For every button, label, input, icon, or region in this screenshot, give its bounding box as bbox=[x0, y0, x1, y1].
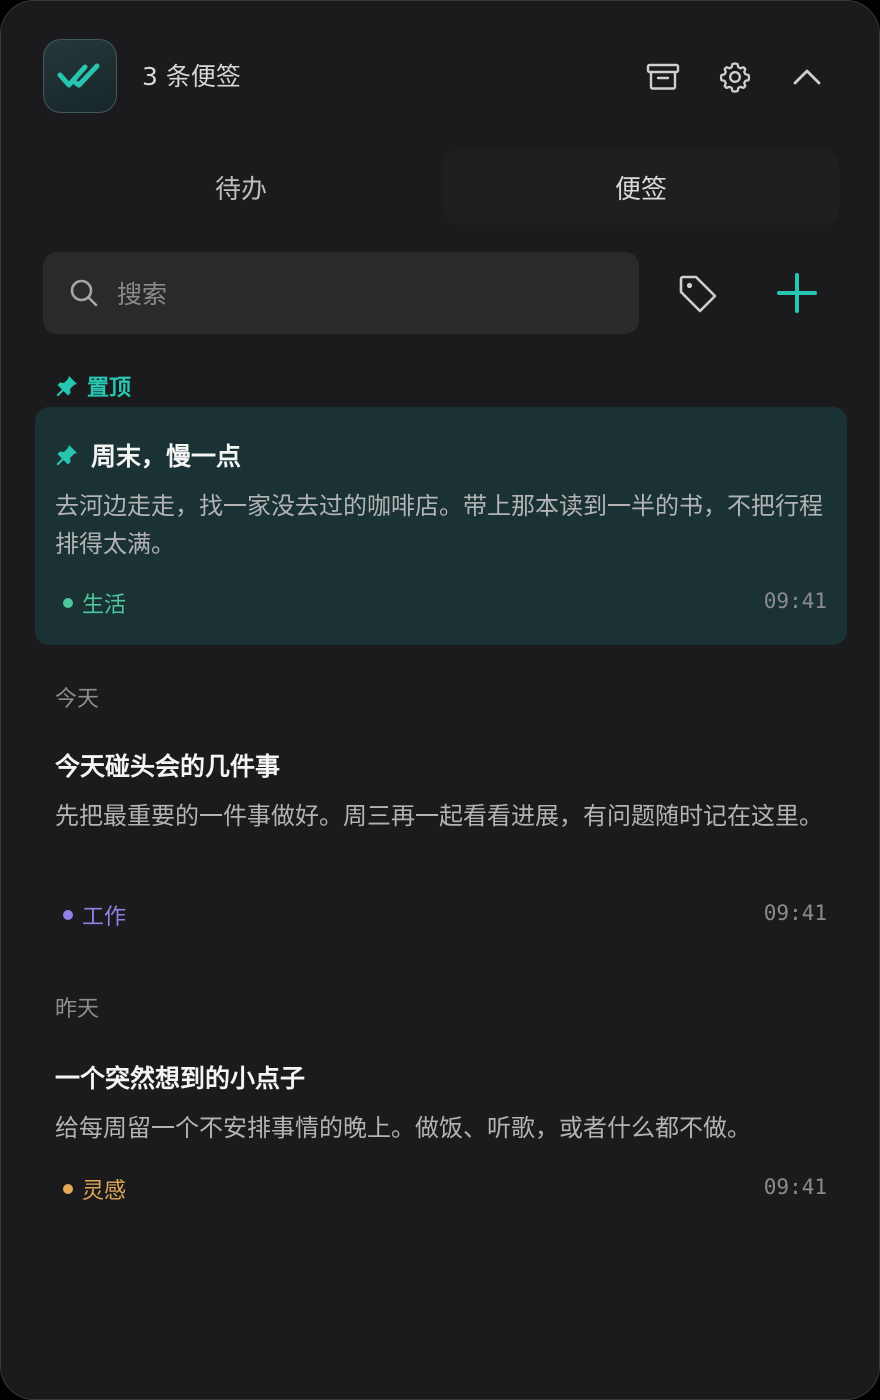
note-time: 09:41 bbox=[763, 901, 827, 925]
app-logo bbox=[43, 39, 117, 113]
tag-chip-life[interactable]: 生活 bbox=[63, 587, 126, 619]
plus-icon[interactable] bbox=[775, 271, 819, 315]
tab-todo[interactable]: 待办 bbox=[43, 149, 439, 225]
tag-chip-idea[interactable]: 灵感 bbox=[63, 1173, 126, 1205]
note-card-today[interactable]: 今天碰头会的几件事 先把最重要的一件事做好。周三再一起看看进展，有问题随时记在这… bbox=[35, 731, 847, 941]
note-title-text: 一个突然想到的小点子 bbox=[55, 1064, 306, 1093]
tab-notes[interactable]: 便签 bbox=[443, 149, 839, 225]
section-yesterday-label: 昨天 bbox=[55, 997, 100, 1022]
note-body: 先把最重要的一件事做好。周三再一起看看进展，有问题随时记在这里。 bbox=[55, 802, 823, 830]
tag-dot bbox=[63, 598, 73, 608]
note-count-label: 3 条便签 bbox=[142, 62, 241, 91]
archive-icon bbox=[646, 63, 680, 90]
section-today-label: 今天 bbox=[55, 687, 100, 712]
note-time: 09:41 bbox=[763, 1175, 827, 1199]
tab-bar: 待办 便签 bbox=[43, 149, 839, 225]
section-pinned-label: 置顶 bbox=[87, 376, 132, 401]
settings-button[interactable] bbox=[711, 53, 759, 101]
tab-todo-label: 待办 bbox=[214, 174, 267, 205]
pin-icon bbox=[56, 376, 77, 397]
note-title: 周末，慢一点 bbox=[55, 437, 241, 473]
pin-icon bbox=[56, 445, 77, 466]
tag-chip-work[interactable]: 工作 bbox=[63, 899, 126, 931]
section-pinned: 置顶 bbox=[55, 369, 131, 403]
note-title: 一个突然想到的小点子 bbox=[55, 1059, 305, 1095]
search-input[interactable] bbox=[115, 252, 619, 336]
note-body: 给每周留一个不安排事情的晚上。做饭、听歌，或者什么都不做。 bbox=[55, 1114, 751, 1142]
note-title: 今天碰头会的几件事 bbox=[55, 747, 280, 783]
header: 3 条便签 bbox=[1, 1, 879, 151]
tag-dot bbox=[63, 1184, 73, 1194]
search-box bbox=[43, 252, 639, 336]
tag-label: 生活 bbox=[82, 593, 127, 618]
archive-button[interactable] bbox=[639, 53, 687, 101]
note-body: 去河边走走，找一家没去过的咖啡店。带上那本读到一半的书，不把行程排得太满。 bbox=[55, 492, 823, 558]
tab-notes-label: 便签 bbox=[614, 174, 667, 205]
tag-icon[interactable] bbox=[677, 273, 719, 315]
note-card-yesterday[interactable]: 一个突然想到的小点子 给每周留一个不安排事情的晚上。做饭、听歌，或者什么都不做。… bbox=[35, 1041, 847, 1221]
note-time: 09:41 bbox=[763, 589, 827, 613]
chevron-up-icon bbox=[793, 69, 821, 85]
note-title-text: 今天碰头会的几件事 bbox=[55, 752, 281, 781]
note-card-pinned[interactable]: 周末，慢一点 去河边走走，找一家没去过的咖啡店。带上那本读到一半的书，不把行程排… bbox=[35, 407, 847, 645]
gear-icon bbox=[719, 62, 751, 93]
tag-label: 工作 bbox=[82, 905, 127, 930]
notes-panel: 3 条便签 待办 便签 搜索 置顶 周末，慢一点 去河边走走，找一家没去过的咖啡… bbox=[0, 0, 880, 1400]
search-icon bbox=[70, 279, 98, 307]
tag-dot bbox=[63, 910, 73, 920]
collapse-button[interactable] bbox=[783, 53, 831, 101]
note-title-text: 周末，慢一点 bbox=[91, 442, 242, 471]
double-check-icon bbox=[57, 63, 100, 88]
tag-label: 灵感 bbox=[82, 1179, 127, 1204]
